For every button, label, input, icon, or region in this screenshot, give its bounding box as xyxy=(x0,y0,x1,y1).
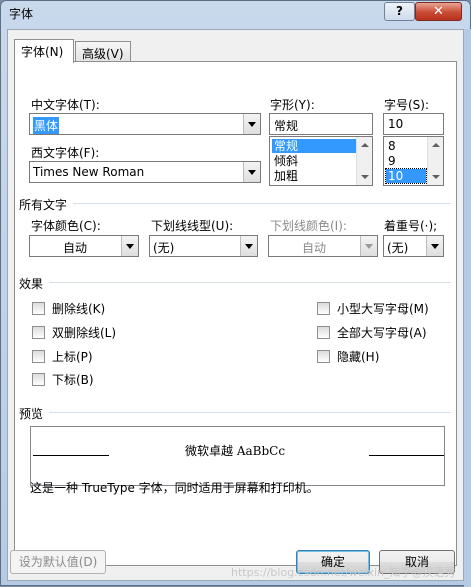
divider xyxy=(73,203,451,204)
chinese-font-value: 黑体 xyxy=(33,117,60,134)
scroll-down-icon[interactable] xyxy=(361,175,369,179)
hidden-label[interactable]: 隐藏(H) xyxy=(337,348,379,365)
font-style-input[interactable]: 常规 xyxy=(269,113,373,135)
watermark-text: https://blog.csdn.net/weixin_知乎@汉语秀 xyxy=(231,566,456,579)
chinese-font-dropdown-button[interactable] xyxy=(243,114,260,134)
subscript-checkbox[interactable] xyxy=(32,373,45,386)
western-font-combo[interactable]: Times New Roman xyxy=(29,161,261,183)
double-strikethrough-label[interactable]: 双删除线(L) xyxy=(52,324,116,341)
emphasis-mark-label: 着重号(·); xyxy=(384,219,438,233)
effects-section-label: 效果 xyxy=(19,277,44,291)
small-caps-label[interactable]: 小型大写字母(M) xyxy=(337,300,429,317)
underline-type-value: (无) xyxy=(153,241,175,255)
window-title: 字体 xyxy=(9,7,34,21)
tab-font[interactable]: 字体(N) xyxy=(14,39,74,63)
underline-color-value: 自动 xyxy=(301,241,326,255)
superscript-label[interactable]: 上标(P) xyxy=(52,348,93,365)
emphasis-mark-dropdown-button[interactable] xyxy=(426,236,443,256)
font-style-label: 字形(Y): xyxy=(270,98,315,112)
preview-sample-text: 微软卓越 AaBbCc xyxy=(185,444,286,458)
double-strikethrough-checkbox[interactable] xyxy=(32,326,45,339)
underline-color-dropdown-button xyxy=(360,236,377,256)
font-color-label: 字体颜色(C): xyxy=(31,219,101,233)
strikethrough-label[interactable]: 删除线(K) xyxy=(52,300,105,317)
font-size-label: 字号(S): xyxy=(384,98,430,112)
western-font-label: 西文字体(F): xyxy=(31,146,100,160)
font-dialog-window: 字体 ? ✕ 字体(N) 高级(V) 中文字体(T): 黑体 字形(Y): 常规… xyxy=(0,0,471,587)
font-style-scrollbar[interactable] xyxy=(356,137,372,185)
font-size-value: 10 xyxy=(388,117,404,131)
chevron-down-icon xyxy=(248,122,256,127)
emphasis-mark-value: (无) xyxy=(387,241,409,255)
superscript-checkbox[interactable] xyxy=(32,350,45,363)
font-color-value: 自动 xyxy=(62,241,87,255)
close-button[interactable]: ✕ xyxy=(415,2,462,21)
title-bar[interactable]: 字体 ? ✕ xyxy=(1,1,470,27)
preview-baseline-left xyxy=(33,455,109,456)
emphasis-mark-combo[interactable]: (无) xyxy=(383,235,444,257)
font-color-dropdown-button[interactable] xyxy=(121,236,138,256)
scroll-down-icon[interactable] xyxy=(432,175,440,179)
strikethrough-checkbox[interactable] xyxy=(32,302,45,315)
chevron-down-icon xyxy=(431,244,439,249)
underline-type-label: 下划线线型(U): xyxy=(151,219,234,233)
list-item[interactable]: 常规 xyxy=(272,139,356,153)
preview-description: 这是一种 TrueType 字体，同时适用于屏幕和打印机。 xyxy=(30,481,319,495)
preview-box: 微软卓越 AaBbCc xyxy=(30,426,445,486)
underline-type-combo[interactable]: (无) xyxy=(149,235,258,257)
underline-color-label: 下划线颜色(I): xyxy=(270,219,347,233)
divider xyxy=(49,282,451,283)
scroll-up-icon[interactable] xyxy=(361,143,369,147)
tab-advanced[interactable]: 高级(V) xyxy=(75,41,131,63)
window-frame-right xyxy=(464,29,471,587)
font-size-input[interactable]: 10 xyxy=(383,113,444,135)
chevron-down-icon xyxy=(248,170,256,175)
font-color-combo[interactable]: 自动 xyxy=(29,235,139,257)
western-font-dropdown-button[interactable] xyxy=(243,162,260,182)
western-font-value: Times New Roman xyxy=(33,165,145,179)
scroll-up-icon[interactable] xyxy=(432,143,440,147)
all-text-section-label: 所有文字 xyxy=(19,198,68,212)
dialog-client-area: 字体(N) 高级(V) 中文字体(T): 黑体 字形(Y): 常规 常规 倾斜 … xyxy=(7,29,464,581)
preview-baseline-right xyxy=(369,455,444,456)
help-button[interactable]: ? xyxy=(384,2,415,21)
list-item[interactable]: 加粗 xyxy=(272,169,300,183)
underline-type-dropdown-button[interactable] xyxy=(240,236,257,256)
font-size-scrollbar[interactable] xyxy=(427,137,443,185)
font-size-list[interactable]: 8 9 10 xyxy=(383,136,444,186)
font-style-list[interactable]: 常规 倾斜 加粗 xyxy=(269,136,373,186)
list-item[interactable]: 8 xyxy=(386,139,398,153)
list-item[interactable]: 9 xyxy=(386,154,398,168)
chevron-down-icon xyxy=(126,244,134,249)
hidden-checkbox[interactable] xyxy=(317,350,330,363)
list-item[interactable]: 10 xyxy=(385,168,427,184)
list-item[interactable]: 倾斜 xyxy=(272,154,300,168)
font-style-value: 常规 xyxy=(274,119,299,133)
all-caps-checkbox[interactable] xyxy=(317,326,330,339)
divider xyxy=(49,412,451,413)
preview-section-label: 预览 xyxy=(19,407,44,421)
chevron-down-icon xyxy=(245,244,253,249)
all-caps-label[interactable]: 全部大写字母(A) xyxy=(337,324,427,341)
set-default-button[interactable]: 设为默认值(D) xyxy=(10,550,106,574)
small-caps-checkbox[interactable] xyxy=(317,302,330,315)
chevron-down-icon xyxy=(365,244,373,249)
chinese-font-label: 中文字体(T): xyxy=(31,98,100,112)
subscript-label[interactable]: 下标(B) xyxy=(52,371,94,388)
underline-color-combo: 自动 xyxy=(268,235,378,257)
chinese-font-combo[interactable]: 黑体 xyxy=(29,113,261,135)
